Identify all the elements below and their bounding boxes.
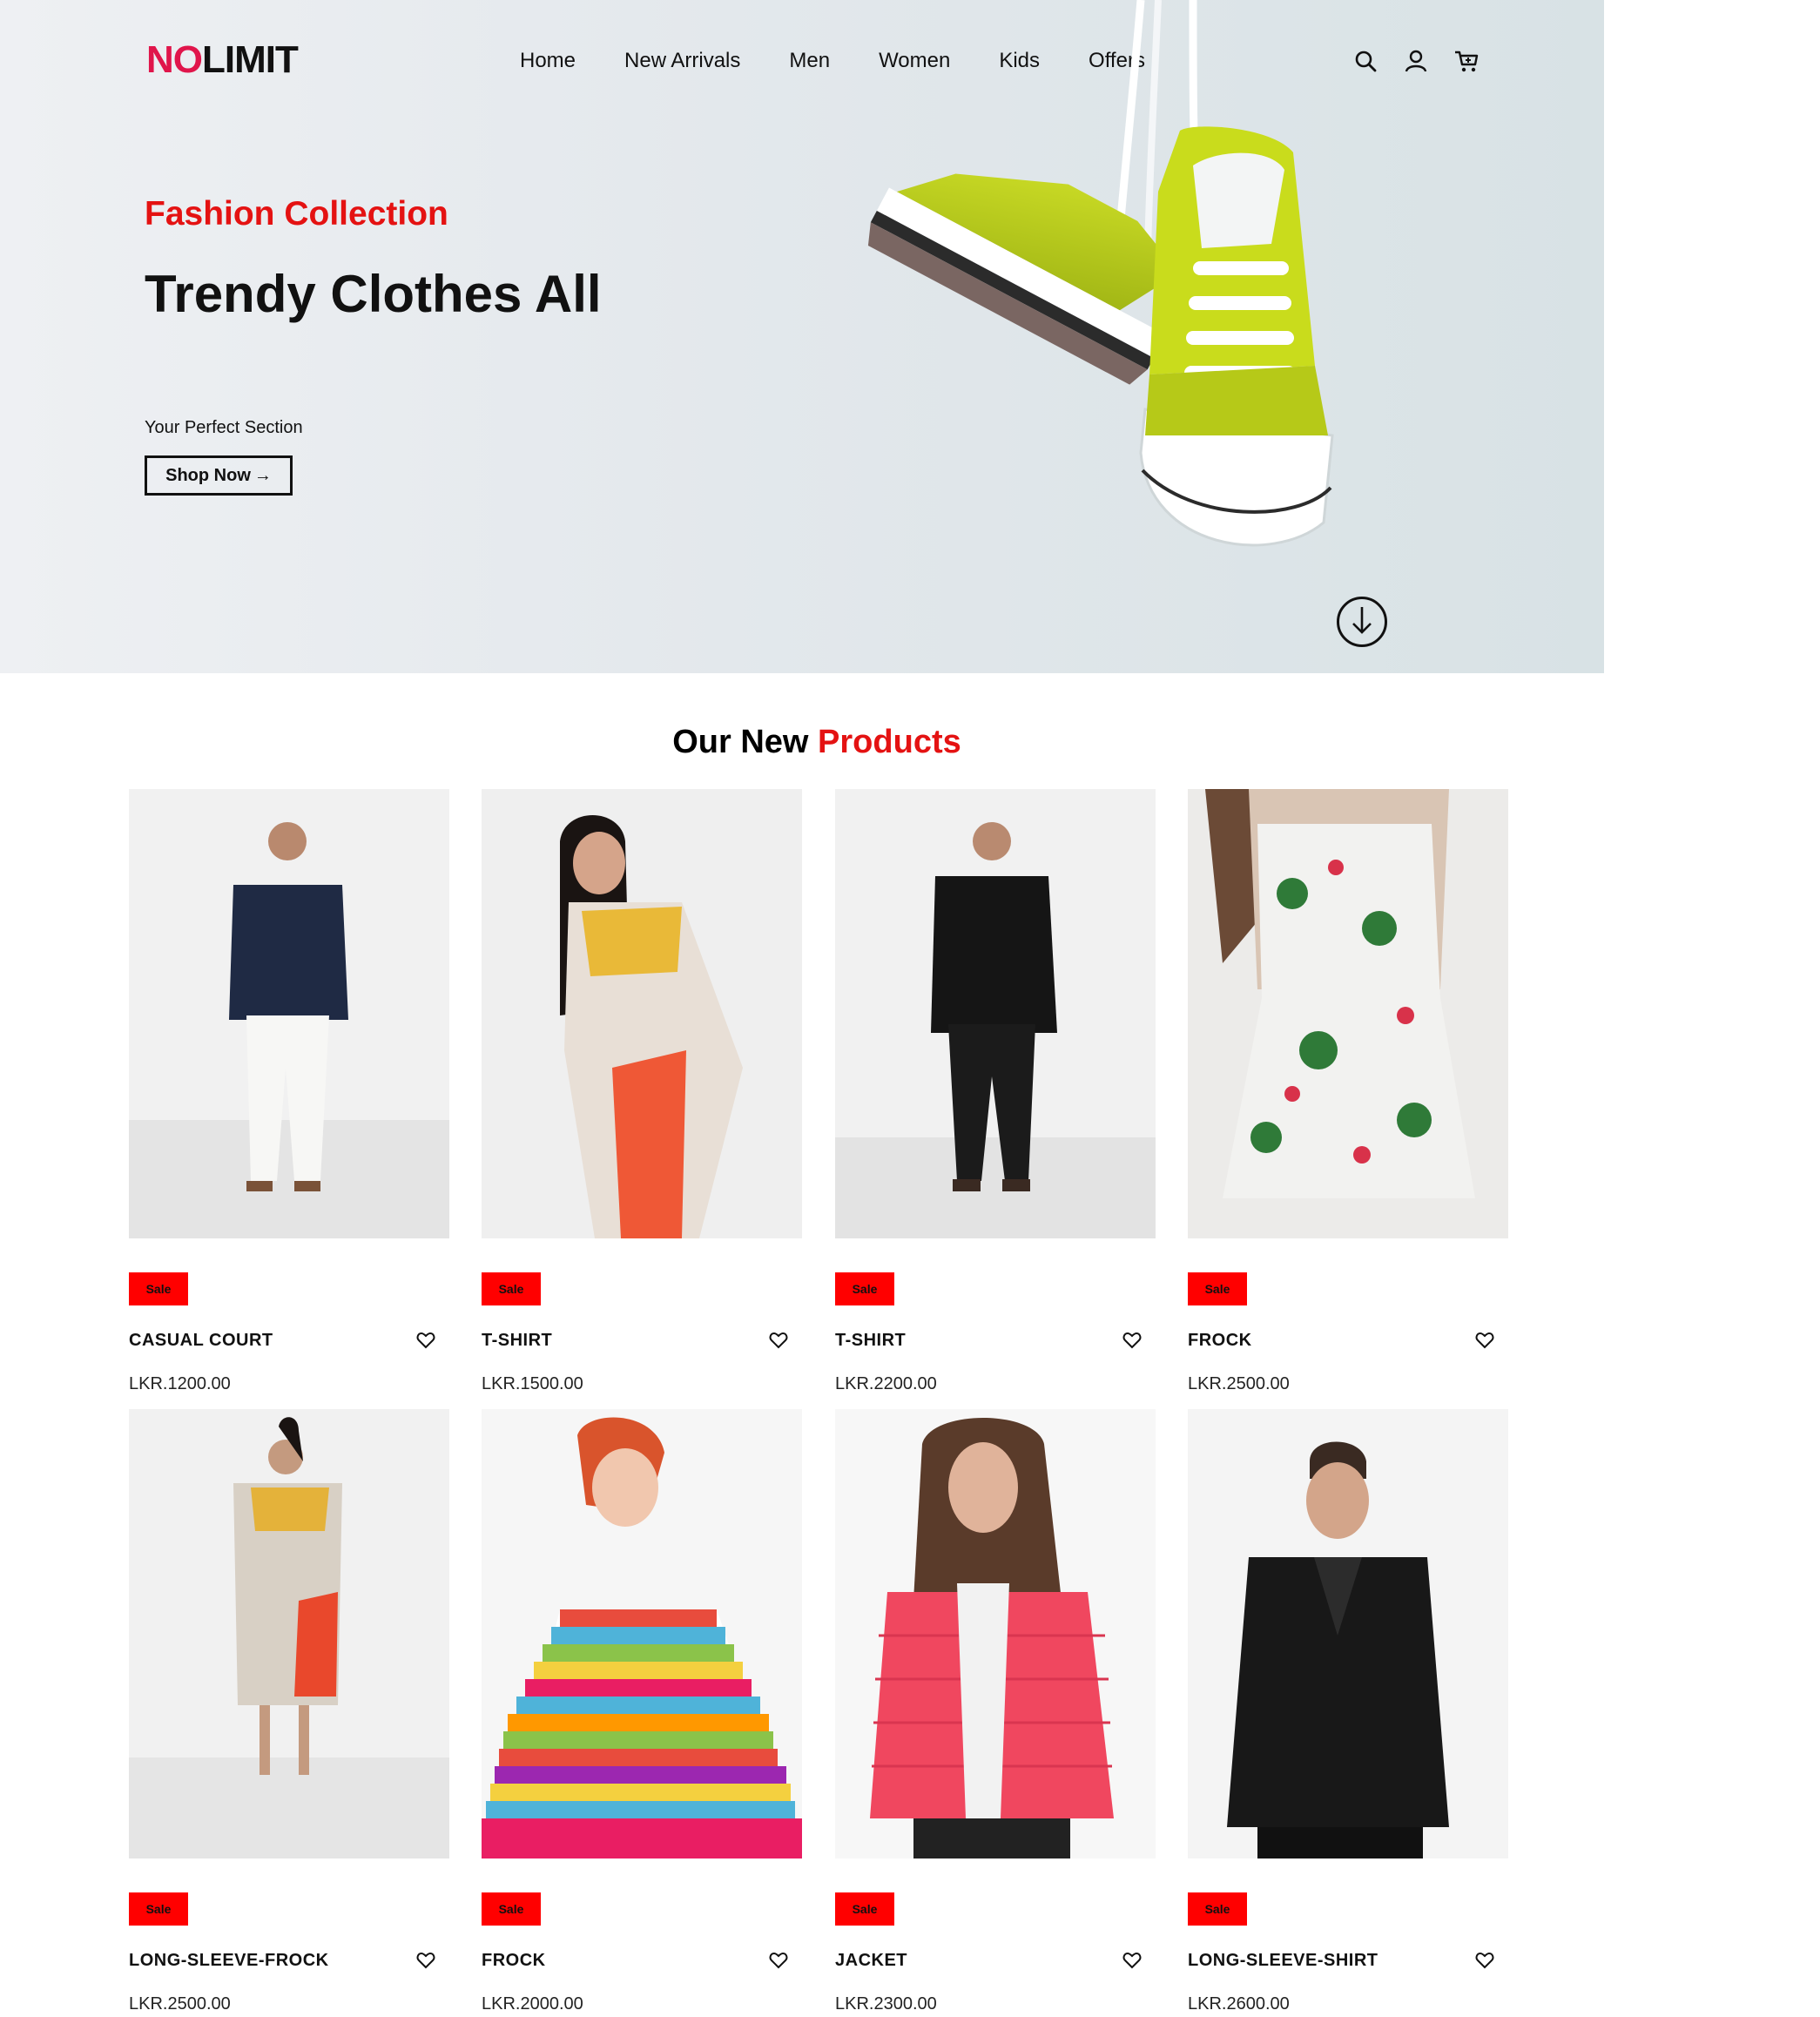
product-name[interactable]: FROCK — [482, 1949, 546, 1972]
product-price: LKR.2000.00 — [482, 1994, 583, 2014]
product-image[interactable] — [482, 789, 802, 1238]
product-image[interactable] — [835, 789, 1156, 1238]
product-image[interactable] — [1188, 1409, 1508, 1858]
product-card[interactable]: Sale LONG-SLEEVE-SHIRT LKR.2600.00 — [1188, 1409, 1508, 2014]
product-price: LKR.2500.00 — [1188, 1374, 1290, 1393]
product-name[interactable]: LONG-SLEEVE-SHIRT — [1188, 1949, 1378, 1972]
product-name[interactable]: CASUAL COURT — [129, 1329, 273, 1352]
hero-title: Trendy Clothes All — [145, 265, 602, 323]
product-card[interactable]: Sale JACKET LKR.2300.00 — [835, 1409, 1156, 2014]
heart-icon[interactable] — [1475, 1331, 1494, 1350]
section-title: Our New Products — [0, 723, 1634, 761]
product-image[interactable] — [1188, 789, 1508, 1238]
heart-icon[interactable] — [416, 1951, 435, 1970]
hero-tagline: Your Perfect Section — [145, 418, 303, 437]
product-image[interactable] — [129, 1409, 449, 1858]
product-card[interactable]: Sale FROCK LKR.2000.00 — [482, 1409, 802, 2014]
arrow-right-icon: → — [253, 465, 272, 485]
sale-badge: Sale — [129, 1892, 188, 1926]
heart-icon[interactable] — [416, 1331, 435, 1350]
heart-icon[interactable] — [769, 1951, 788, 1970]
product-card[interactable]: Sale T-SHIRT LKR.1500.00 — [482, 789, 802, 1393]
product-name[interactable]: FROCK — [1188, 1329, 1252, 1352]
product-price: LKR.1200.00 — [129, 1374, 231, 1393]
product-image[interactable] — [835, 1409, 1156, 1858]
sale-badge: Sale — [129, 1272, 188, 1305]
sale-badge: Sale — [835, 1272, 894, 1305]
product-price: LKR.2300.00 — [835, 1994, 937, 2014]
product-price: LKR.1500.00 — [482, 1374, 583, 1393]
section-title-part1: Our New — [672, 724, 819, 760]
product-name[interactable]: JACKET — [835, 1949, 907, 1972]
logo[interactable]: NOLIMIT — [146, 38, 299, 82]
sale-badge: Sale — [1188, 1892, 1247, 1926]
product-name[interactable]: T-SHIRT — [482, 1329, 552, 1352]
sneakers-image — [867, 0, 1334, 547]
product-card[interactable]: Sale FROCK LKR.2500.00 — [1188, 789, 1508, 1393]
nav-home[interactable]: Home — [520, 47, 576, 75]
product-card[interactable]: Sale LONG-SLEEVE-FROCK LKR.2500.00 — [129, 1409, 449, 2014]
product-card[interactable]: Sale CASUAL COURT LKR.1200.00 — [129, 789, 449, 1393]
heart-icon[interactable] — [769, 1331, 788, 1350]
scroll-down-button[interactable] — [1337, 597, 1387, 647]
sale-badge: Sale — [1188, 1272, 1247, 1305]
product-price: LKR.2500.00 — [129, 1994, 231, 2014]
shop-now-label: Shop Now — [165, 465, 251, 485]
product-image[interactable] — [482, 1409, 802, 1858]
hero-banner: NOLIMIT Home New Arrivals Men Women Kids… — [0, 0, 1604, 673]
product-image[interactable] — [129, 789, 449, 1238]
sale-badge: Sale — [482, 1272, 541, 1305]
cart-icon[interactable] — [1453, 48, 1480, 74]
shop-now-button[interactable]: Shop Now → — [145, 455, 293, 496]
nav-new-arrivals[interactable]: New Arrivals — [624, 47, 740, 75]
product-name[interactable]: T-SHIRT — [835, 1329, 906, 1352]
heart-icon[interactable] — [1122, 1331, 1142, 1350]
product-card[interactable]: Sale T-SHIRT LKR.2200.00 — [835, 789, 1156, 1393]
logo-part-limit: LIMIT — [202, 38, 299, 81]
heart-icon[interactable] — [1475, 1951, 1494, 1970]
sale-badge: Sale — [482, 1892, 541, 1926]
arrow-down-icon — [1349, 604, 1375, 640]
product-name[interactable]: LONG-SLEEVE-FROCK — [129, 1949, 329, 1972]
logo-part-no: NO — [146, 38, 203, 81]
hero-subtitle: Fashion Collection — [145, 195, 448, 233]
section-title-part2: Products — [818, 724, 961, 760]
heart-icon[interactable] — [1122, 1951, 1142, 1970]
sale-badge: Sale — [835, 1892, 894, 1926]
product-price: LKR.2600.00 — [1188, 1994, 1290, 2014]
product-price: LKR.2200.00 — [835, 1374, 937, 1393]
